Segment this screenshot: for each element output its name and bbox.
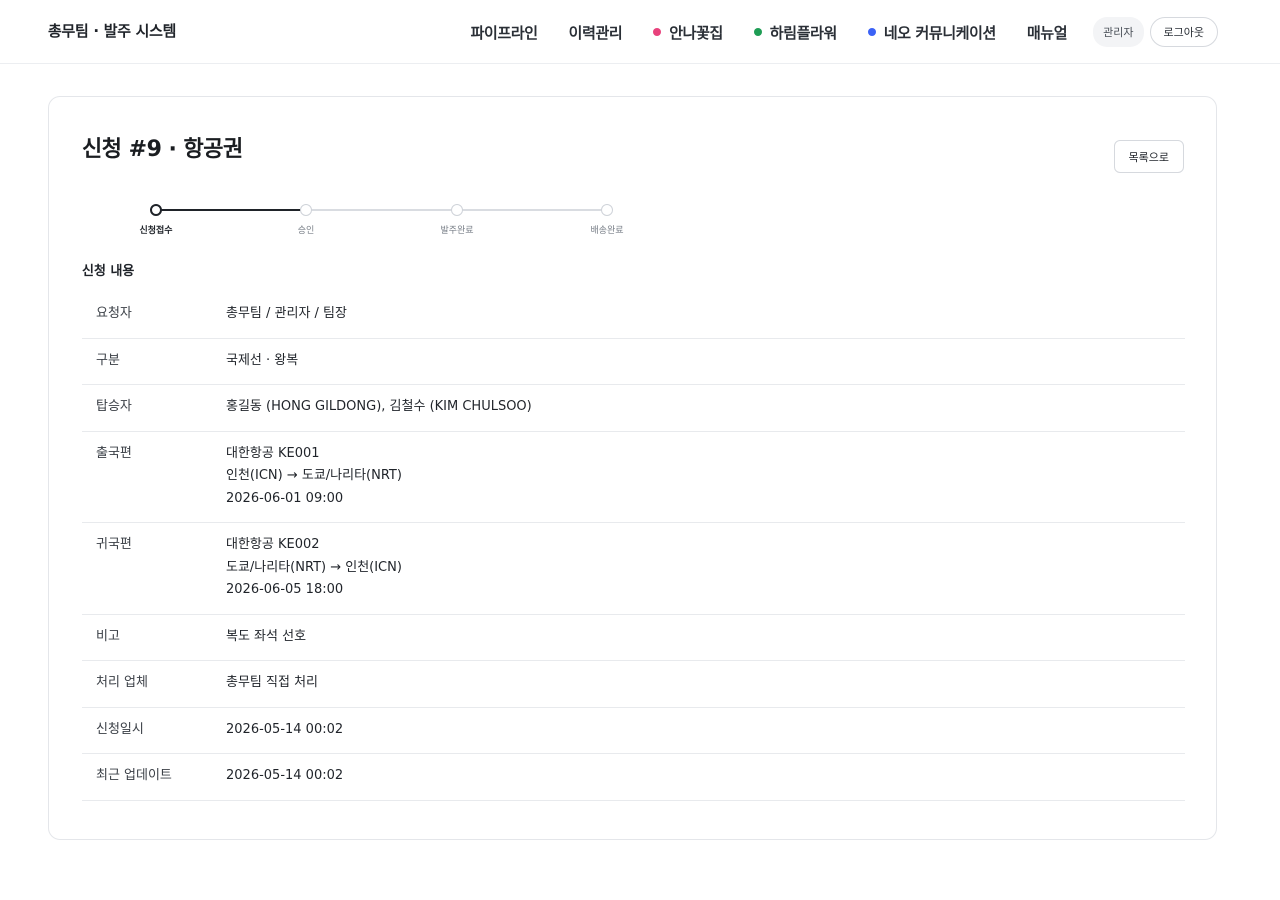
detail-row-requester: 요청자 총무팀 / 관리자 / 팀장 [82, 292, 1185, 339]
detail-label: 최근 업데이트 [82, 753, 226, 801]
detail-value: 국제선 · 왕복 [226, 338, 1185, 385]
progress-stepper: 신청접수 승인 발주완료 배송완료 [82, 201, 642, 241]
nav-vendor-harim-label: 하림플라워 [769, 23, 837, 42]
step-connector-done [156, 209, 306, 211]
step-dot-ordered [451, 204, 463, 216]
vendor-status-dot [867, 28, 876, 36]
detail-row-outbound: 출국편 대한항공 KE001 인천(ICN) → 도쿄/나리타(NRT) 202… [82, 431, 1185, 523]
nav-pipeline-label: 파이프라인 [470, 23, 538, 42]
flight-datetime: 2026-06-01 09:00 [226, 490, 344, 506]
step-connector [306, 209, 457, 211]
nav-vendor-harim[interactable]: 하림플라워 [753, 22, 837, 43]
detail-value: 2026-05-14 00:02 [226, 753, 1185, 801]
detail-row-updated-at: 최근 업데이트 2026-05-14 00:02 [82, 753, 1185, 801]
detail-value: 복도 좌석 선호 [226, 614, 1185, 661]
detail-label: 요청자 [82, 292, 226, 339]
step-label-delivered: 배송완료 [590, 226, 624, 236]
flight-route: 도쿄/나리타(NRT) → 인천(ICN) [226, 559, 402, 575]
nav-vendor-neo[interactable]: 네오 커뮤니케이션 [867, 22, 996, 43]
step-label-received: 신청접수 [139, 226, 173, 236]
nav-pipeline[interactable]: 파이프라인 [471, 22, 538, 43]
detail-value: 2026-05-14 00:02 [226, 707, 1185, 754]
flight-airline: 대한항공 KE002 [226, 537, 320, 552]
detail-value: 홍길동 (HONG GILDONG), 김철수 (KIM CHULSOO) [226, 384, 1185, 432]
step-dot-approved [300, 204, 312, 216]
vendor-status-dot [753, 28, 762, 36]
detail-label: 처리 업체 [82, 660, 226, 708]
detail-label: 구분 [82, 338, 226, 385]
detail-label: 귀국편 [82, 522, 226, 615]
logout-button[interactable]: 로그아웃 [1149, 17, 1218, 47]
nav-history-label: 이력관리 [568, 23, 623, 42]
page-title: 신청 #9 · 항공권 [82, 137, 243, 162]
flight-datetime: 2026-06-05 18:00 [226, 582, 344, 597]
detail-label: 출국편 [82, 431, 226, 523]
nav-history[interactable]: 이력관리 [569, 22, 623, 43]
nav-vendor-anna[interactable]: 안나꽃집 [653, 22, 723, 43]
detail-label: 신청일시 [82, 707, 226, 754]
detail-value: 총무팀 직접 처리 [226, 660, 1185, 708]
section-title: 신청 내용 [82, 264, 135, 279]
detail-row-note: 비고 복도 좌석 선호 [82, 614, 1185, 661]
step-label-approved: 승인 [297, 226, 315, 236]
main-nav: 파이프라인 이력관리 안나꽃집 하림플라워 네오 커뮤니케이션 매뉴얼 관리자 … [471, 17, 1218, 47]
nav-vendor-neo-label: 네오 커뮤니케이션 [883, 23, 996, 42]
detail-label: 비고 [82, 614, 226, 661]
flight-route: 인천(ICN) → 도쿄/나리타(NRT) [226, 468, 402, 483]
step-dot-received [150, 204, 162, 216]
request-detail-table: 요청자 총무팀 / 관리자 / 팀장 구분 국제선 · 왕복 탑승자 홍길동 (… [82, 292, 1185, 801]
top-navbar: 총무팀 · 발주 시스템 파이프라인 이력관리 안나꽃집 하림플라워 네오 커뮤… [0, 0, 1280, 64]
detail-row-passengers: 탑승자 홍길동 (HONG GILDONG), 김철수 (KIM CHULSOO… [82, 384, 1185, 432]
app-title[interactable]: 총무팀 · 발주 시스템 [48, 20, 176, 41]
detail-value: 대한항공 KE002 도쿄/나리타(NRT) → 인천(ICN) 2026-06… [226, 522, 1185, 615]
detail-value: 대한항공 KE001 인천(ICN) → 도쿄/나리타(NRT) 2026-06… [226, 431, 1185, 523]
detail-row-type: 구분 국제선 · 왕복 [82, 338, 1185, 385]
nav-manual-label: 매뉴얼 [1026, 23, 1068, 42]
nav-manual[interactable]: 매뉴얼 [1026, 22, 1068, 43]
detail-label: 탑승자 [82, 384, 226, 432]
step-connector [457, 209, 607, 211]
detail-value: 총무팀 / 관리자 / 팀장 [226, 292, 1185, 339]
step-label-ordered: 발주완료 [440, 226, 474, 236]
back-to-list-button[interactable]: 목록으로 [1113, 140, 1184, 173]
detail-row-requested-at: 신청일시 2026-05-14 00:02 [82, 707, 1185, 754]
request-detail-card: 신청 #9 · 항공권 목록으로 신청접수 승인 발주완료 배송완료 신청 내용… [48, 96, 1217, 840]
vendor-status-dot [653, 28, 662, 36]
nav-vendor-anna-label: 안나꽃집 [669, 23, 723, 42]
role-badge: 관리자 [1093, 17, 1144, 47]
detail-row-vendor: 처리 업체 총무팀 직접 처리 [82, 660, 1185, 708]
detail-row-inbound: 귀국편 대한항공 KE002 도쿄/나리타(NRT) → 인천(ICN) 202… [82, 522, 1185, 615]
flight-airline: 대한항공 KE001 [226, 445, 320, 461]
step-dot-delivered [601, 204, 613, 216]
